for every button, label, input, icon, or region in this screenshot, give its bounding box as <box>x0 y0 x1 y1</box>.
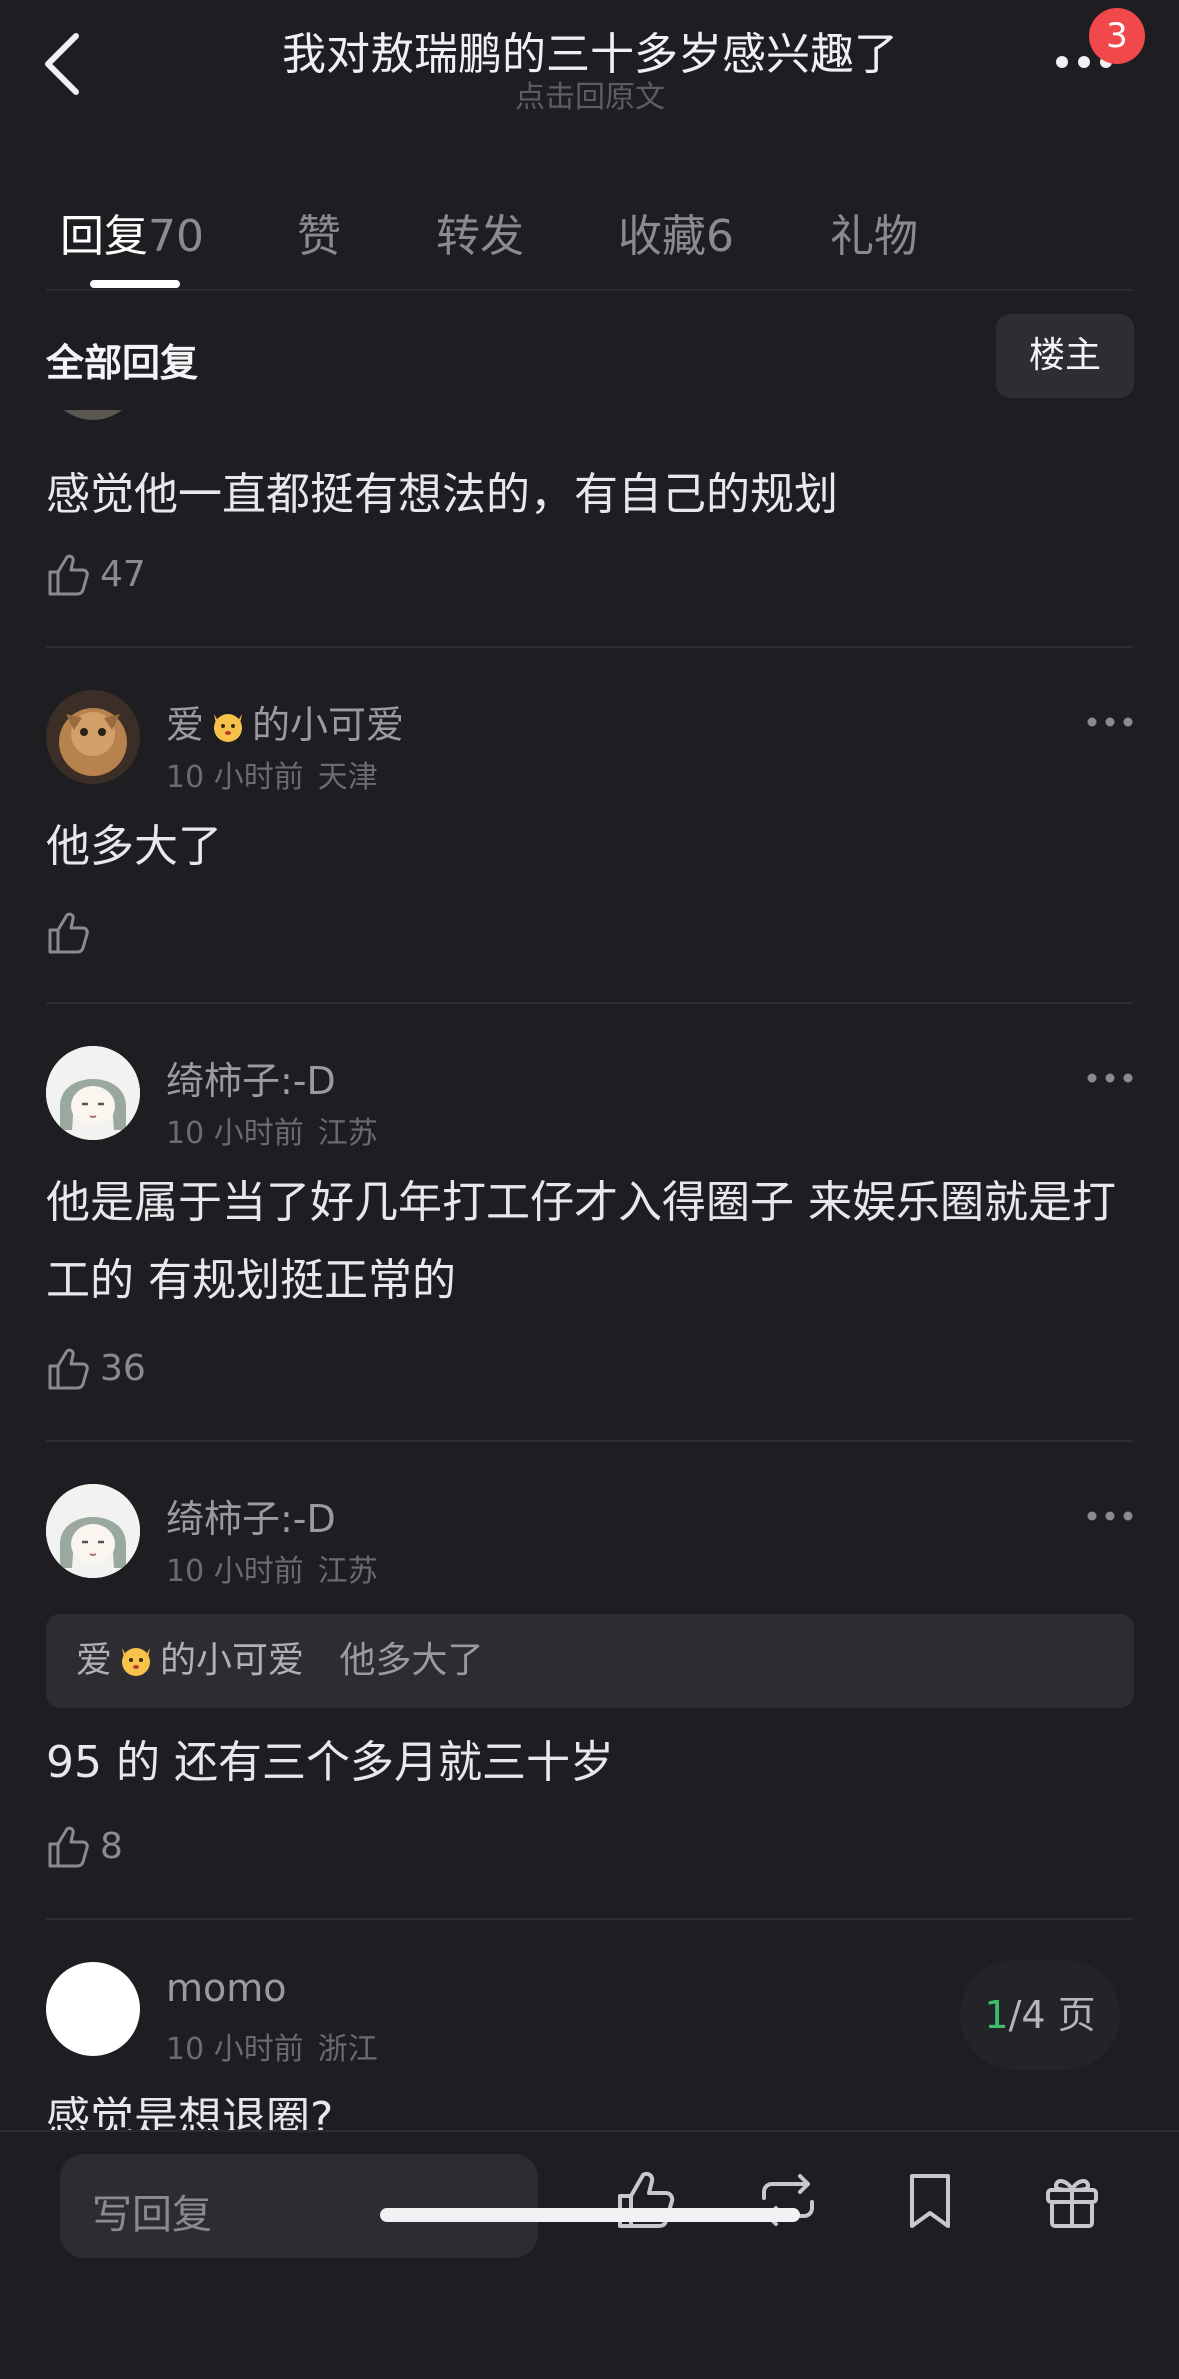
comment-text: 感觉他一直都挺有想法的，有自己的规划 <box>46 469 838 520</box>
avatar[interactable] <box>46 1962 140 2056</box>
gift-icon <box>1046 2179 1098 2228</box>
girl-illustration-avatar <box>46 1046 140 1140</box>
avatar[interactable] <box>46 1046 140 1140</box>
username[interactable]: 绮柿子:-D <box>166 1050 336 1105</box>
comment-meta: 10 小时前 浙江 <box>166 2024 378 2068</box>
screen: 我对敖瑞鹏的三十多岁感兴趣了 点击回原文 3 回复70 赞 转发 收藏6 礼物 <box>0 0 1179 2379</box>
quoted-username: 爱 的小可爱 <box>76 1640 304 1681</box>
nav-header: 我对敖瑞鹏的三十多岁感兴趣了 点击回原文 3 <box>0 0 1179 140</box>
tab-count: 6 <box>706 211 734 262</box>
tab-likes[interactable]: 赞 <box>297 200 341 264</box>
tab-label: 礼物 <box>830 211 918 262</box>
username[interactable]: 绮柿子:-D <box>166 1488 336 1543</box>
thumbs-up-icon <box>48 1348 89 1390</box>
thumbs-up-icon <box>48 1826 89 1868</box>
back-button[interactable] <box>40 30 90 100</box>
divider <box>46 1918 1133 1920</box>
more-dots-icon <box>1087 1073 1133 1083</box>
girl-illustration-avatar <box>46 1484 140 1578</box>
quoted-username-suffix: 的小可爱 <box>160 1640 305 1681</box>
comment-text: 他是属于当了好几年打工仔才入得圈子 来娱乐圈就是打工的 有规划挺正常的 <box>46 1177 1116 1306</box>
bookmark-icon <box>910 2174 950 2228</box>
page-total: /4 页 <box>1008 1993 1096 2037</box>
comment-location: 天津 <box>317 760 378 795</box>
comment-time: 10 小时前 <box>166 760 304 795</box>
thumbs-up-icon <box>48 912 89 954</box>
active-tab-indicator <box>90 280 180 288</box>
tab-gifts[interactable]: 礼物 <box>830 200 918 264</box>
comment-location: 江苏 <box>317 1554 378 1589</box>
tab-count: 70 <box>148 211 204 262</box>
tab-label: 回复 <box>60 211 148 262</box>
avatar[interactable] <box>46 1484 140 1578</box>
page-indicator[interactable]: 1/4 页 <box>960 1960 1120 2070</box>
bottom-action-bar: 写回复 <box>0 2130 1179 2379</box>
thumbs-up-icon <box>48 554 89 596</box>
notification-badge: 3 <box>1089 8 1145 64</box>
quoted-reply[interactable]: 爱 的小可爱 他多大了 <box>46 1614 1134 1708</box>
comment-list: 感觉他一直都挺有想法的，有自己的规划 47 爱 的小可爱 10 小时前 天津 他… <box>0 410 1179 2130</box>
filter-row: 全部回复 楼主 <box>0 310 1179 410</box>
thumbs-up-icon <box>618 2171 675 2228</box>
cat-emoji-icon <box>208 704 248 744</box>
comment-location: 浙江 <box>317 2032 378 2067</box>
divider <box>46 646 1133 648</box>
comment-time: 10 小时前 <box>166 1554 304 1589</box>
comment-more-button[interactable] <box>1086 714 1134 730</box>
cat-emoji-icon <box>116 1620 156 1676</box>
comment-meta: 10 小时前 天津 <box>166 752 378 796</box>
username[interactable]: momo <box>166 1966 287 2010</box>
current-page: 1 <box>984 1993 1009 2037</box>
home-indicator[interactable] <box>380 2208 800 2222</box>
divider <box>46 289 1133 291</box>
bookmark-button[interactable] <box>898 2168 962 2232</box>
comment-location: 江苏 <box>317 1116 378 1151</box>
avatar[interactable] <box>46 410 140 420</box>
quoted-username-prefix: 爱 <box>76 1640 113 1681</box>
username[interactable]: 爱 的小可爱 <box>166 694 404 749</box>
tab-label: 收藏 <box>618 211 706 262</box>
back-to-original-link[interactable]: 点击回原文 <box>430 72 750 116</box>
comment-time: 10 小时前 <box>166 2032 304 2067</box>
tab-label: 转发 <box>436 211 524 262</box>
op-only-button[interactable]: 楼主 <box>996 314 1134 398</box>
like-count: 36 <box>100 1348 146 1389</box>
comment-more-button[interactable] <box>1086 1508 1134 1524</box>
avatar[interactable] <box>46 690 140 784</box>
tab-bar: 回复70 赞 转发 收藏6 礼物 <box>0 180 1179 290</box>
comment-more-button[interactable] <box>1086 1070 1134 1086</box>
repost-icon <box>762 2174 814 2226</box>
comment-text: 95 的 还有三个多月就三十岁 <box>46 1737 614 1788</box>
tab-favorites[interactable]: 收藏6 <box>618 200 734 264</box>
comment-meta: 10 小时前 江苏 <box>166 1546 378 1590</box>
repost-button[interactable] <box>756 2168 820 2232</box>
cat-photo-avatar <box>46 690 140 784</box>
like-count: 47 <box>100 554 146 595</box>
comment-meta: 10 小时前 江苏 <box>166 1108 378 1152</box>
chevron-left-icon <box>45 33 79 95</box>
divider <box>46 1002 1133 1004</box>
more-dots-icon <box>1087 717 1133 727</box>
comment-text: 他多大了 <box>46 821 222 872</box>
divider <box>46 1440 1133 1442</box>
tab-reposts[interactable]: 转发 <box>436 200 524 264</box>
more-dots-icon <box>1087 1511 1133 1521</box>
username-prefix: 爱 <box>166 703 205 747</box>
like-count: 8 <box>100 1826 123 1867</box>
reply-input[interactable]: 写回复 <box>60 2154 538 2258</box>
reply-placeholder: 写回复 <box>92 2192 212 2238</box>
comment-time: 10 小时前 <box>166 1116 304 1151</box>
like-post-button[interactable] <box>614 2168 678 2232</box>
gift-button[interactable] <box>1040 2168 1104 2232</box>
tab-replies[interactable]: 回复70 <box>60 200 204 264</box>
tab-label: 赞 <box>297 211 341 262</box>
all-replies-label[interactable]: 全部回复 <box>46 332 198 387</box>
comment-text: 感觉是想退圈? <box>46 2093 334 2130</box>
quoted-text: 他多大了 <box>339 1640 484 1681</box>
username-suffix: 的小可爱 <box>252 703 405 747</box>
